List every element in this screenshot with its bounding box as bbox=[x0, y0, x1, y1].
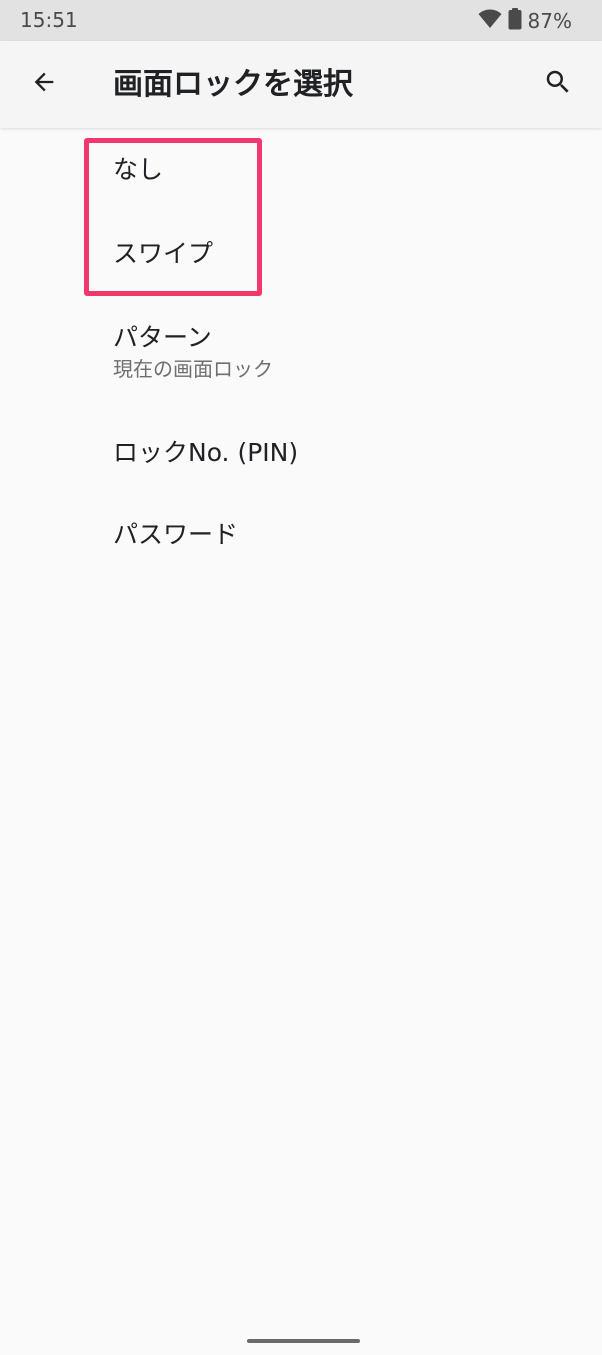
status-time: 15:51 bbox=[20, 8, 78, 32]
gesture-nav-handle[interactable] bbox=[247, 1339, 360, 1343]
option-label: パターン bbox=[113, 323, 212, 352]
status-bar: 15:51 87% bbox=[0, 0, 602, 41]
battery-icon bbox=[508, 8, 522, 34]
option-subtitle: 現在の画面ロック bbox=[113, 357, 273, 381]
option-label: なし bbox=[113, 155, 164, 184]
option-label: パスワード bbox=[113, 520, 239, 549]
option-label: スワイプ bbox=[113, 239, 214, 268]
option-pin[interactable]: ロックNo. (PIN) bbox=[0, 412, 602, 496]
status-icons: 87% bbox=[478, 8, 572, 34]
option-label: ロックNo. (PIN) bbox=[113, 438, 299, 467]
search-button[interactable] bbox=[536, 62, 580, 106]
option-password[interactable]: パスワード bbox=[0, 496, 602, 580]
back-button[interactable] bbox=[22, 62, 66, 106]
arrow-back-icon bbox=[30, 68, 58, 100]
option-swipe[interactable]: スワイプ bbox=[0, 212, 602, 296]
search-icon bbox=[543, 67, 573, 101]
option-none[interactable]: なし bbox=[0, 128, 602, 212]
page-title: 画面ロックを選択 bbox=[113, 67, 353, 102]
option-pattern[interactable]: パターン 現在の画面ロック bbox=[0, 306, 602, 406]
app-bar: 画面ロックを選択 bbox=[0, 41, 602, 128]
wifi-icon bbox=[478, 9, 502, 33]
battery-percentage: 87% bbox=[527, 9, 572, 33]
